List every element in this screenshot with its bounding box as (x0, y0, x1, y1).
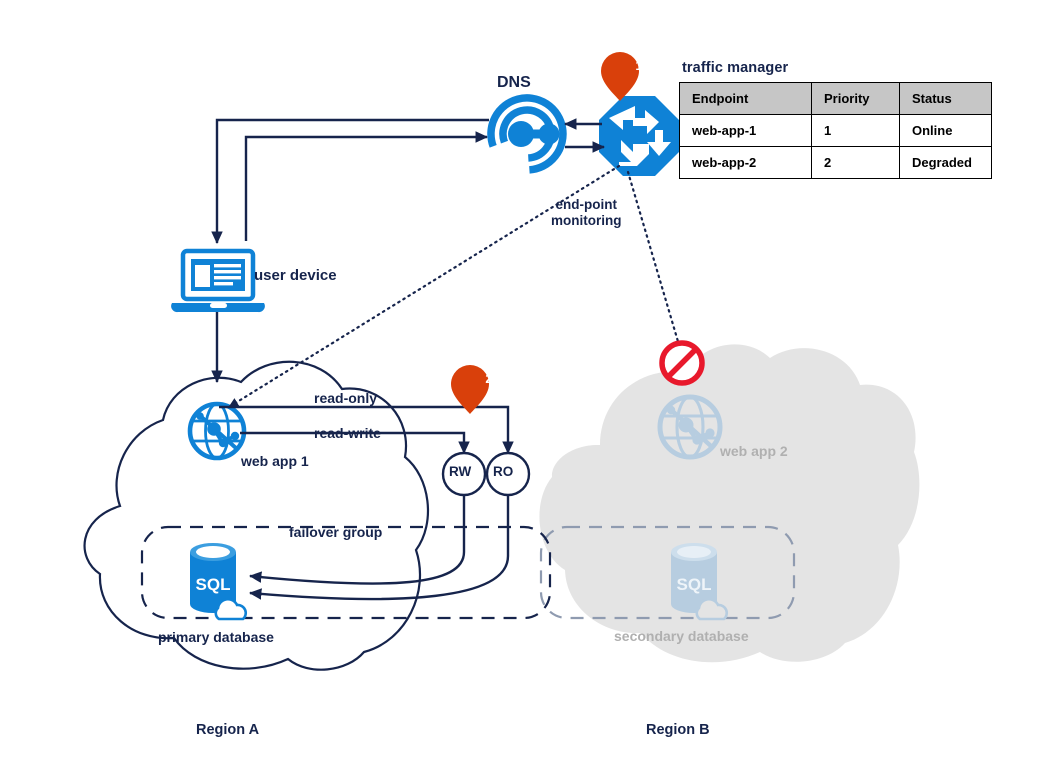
prohibition-icon (659, 340, 705, 386)
laptop-icon (171, 248, 265, 313)
status-badge: Degraded (899, 146, 992, 179)
table-header-row: Endpoint Priority Status (679, 82, 992, 115)
read-only-label: read-only (314, 390, 378, 406)
table-row[interactable]: web-app-1 1 Online (679, 114, 992, 147)
dns-label: DNS (497, 74, 531, 91)
dns-icon (487, 94, 567, 174)
traffic-manager-table: Endpoint Priority Status web-app-1 1 Onl… (679, 82, 992, 179)
column-header-endpoint: Endpoint (679, 82, 812, 115)
table-row[interactable]: web-app-2 2 Degraded (679, 146, 992, 179)
traffic-manager-icon (599, 96, 679, 176)
web-app-1-label: web app 1 (241, 453, 309, 469)
traffic-manager-title: traffic manager (682, 60, 789, 76)
cell-priority: 1 (811, 114, 900, 147)
read-write-label: read-write (314, 425, 381, 441)
region-a-label: Region A (196, 722, 260, 738)
rw-endpoint-label: RW (449, 464, 472, 479)
endpoint-monitoring-label: end-point monitoring (551, 197, 622, 228)
status-badge: Online (899, 114, 992, 147)
traffic-manager-panel: traffic manager Endpoint Priority Status… (679, 60, 992, 179)
failover-group-label: failover group (289, 524, 383, 540)
column-header-status: Status (899, 82, 992, 115)
marker-pin-1-number: 1 (635, 58, 643, 73)
region-b-cloud (539, 344, 920, 663)
cell-endpoint: web-app-2 (679, 146, 812, 179)
primary-database-label: primary database (158, 629, 274, 645)
diagram-canvas: SQL SQL 1 2 DNS end-point monitoring use… (0, 0, 1055, 783)
svg-text:SQL: SQL (196, 575, 231, 594)
secondary-database-label: secondary database (614, 628, 749, 644)
column-header-priority: Priority (811, 82, 900, 115)
user-device-label: user device (254, 267, 337, 284)
cell-endpoint: web-app-1 (679, 114, 812, 147)
connector-dns-to-user-device (211, 118, 489, 244)
cell-priority: 2 (811, 146, 900, 179)
region-b-label: Region B (646, 722, 710, 738)
svg-text:SQL: SQL (677, 575, 712, 594)
ro-endpoint-label: RO (493, 464, 514, 479)
web-app-2-label: web app 2 (720, 443, 788, 459)
region-b-group: SQL (539, 344, 920, 663)
connector-user-device-to-dns (244, 131, 488, 241)
marker-pin-2-number: 2 (485, 371, 493, 386)
